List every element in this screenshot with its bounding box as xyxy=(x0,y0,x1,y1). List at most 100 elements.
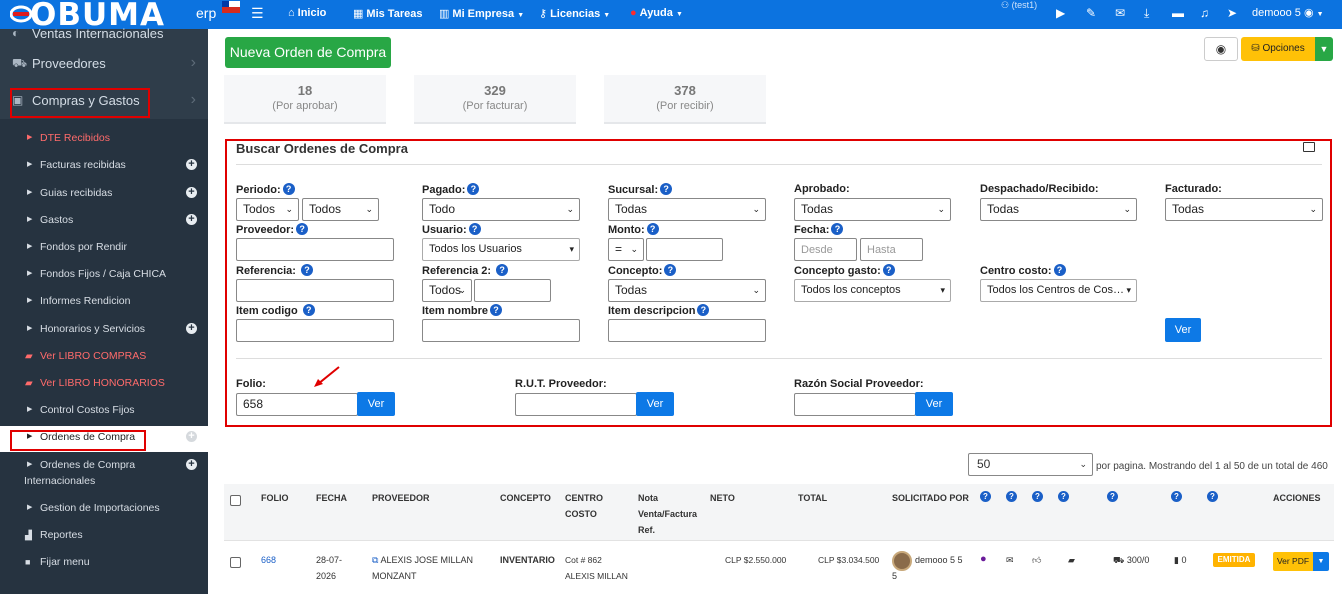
col-centro-costo[interactable]: CENTRO COSTO xyxy=(565,490,603,522)
help-icon[interactable]: ? xyxy=(1107,491,1118,502)
plus-icon[interactable]: + xyxy=(186,159,197,170)
help-icon[interactable]: ? xyxy=(467,183,480,195)
stat-por-facturar[interactable]: 329 (Por facturar) xyxy=(414,75,576,124)
monto-operator-select[interactable]: = ⌄ xyxy=(608,238,644,261)
chile-flag-icon[interactable] xyxy=(222,1,240,13)
periodo-select-2[interactable]: Todos ⌄ xyxy=(302,198,379,221)
row-checkbox[interactable] xyxy=(230,557,241,568)
nav-inicio[interactable]: ⌂ Inicio xyxy=(288,7,326,19)
rut-input[interactable] xyxy=(515,393,637,416)
plus-icon[interactable]: + xyxy=(186,459,197,470)
ver-pdf-button[interactable]: Ver PDF xyxy=(1273,552,1313,571)
sidebar-item-ventas-internacionales[interactable]: ◐ Ventas Internacionales xyxy=(0,17,208,51)
concepto-gasto-select[interactable]: Todos los conceptos ▾ xyxy=(794,279,951,302)
sidebar-item-facturas[interactable]: ▶ Facturas recibidas + xyxy=(0,154,208,180)
send-icon[interactable]: ➤ xyxy=(1227,6,1237,20)
row-proveedor[interactable]: ⧉ ALEXIS JOSE MILLAN MONZANT xyxy=(372,552,473,584)
sidebar-item-libro-compras[interactable]: ▰ Ver LIBRO COMPRAS xyxy=(0,345,208,371)
help-icon[interactable]: ? xyxy=(490,304,503,316)
fecha-hasta-input[interactable]: Hasta xyxy=(860,238,923,261)
proveedor-input[interactable] xyxy=(236,238,394,261)
help-icon[interactable]: ? xyxy=(300,264,313,276)
sidebar-item-ordenes-compra[interactable]: ▶ Ordenes de Compra + xyxy=(0,426,208,452)
plus-icon[interactable]: + xyxy=(186,187,197,198)
razon-social-input[interactable] xyxy=(794,393,916,416)
approved-check-icon[interactable]: ● xyxy=(980,551,987,567)
referencia2-input[interactable] xyxy=(474,279,551,302)
eye-button[interactable]: ◉ xyxy=(1204,37,1238,61)
help-icon[interactable]: ? xyxy=(282,183,295,195)
sidebar-item-compras-gastos[interactable]: ▣ Compras y Gastos › xyxy=(0,84,208,118)
nav-mi-empresa[interactable]: ▥ Mi Empresa ▼ xyxy=(439,7,524,20)
plus-icon[interactable]: + xyxy=(186,431,197,442)
item-descripcion-input[interactable] xyxy=(608,319,766,342)
plus-icon[interactable]: + xyxy=(186,214,197,225)
col-fecha[interactable]: FECHA xyxy=(316,490,347,506)
help-icon[interactable]: ? xyxy=(660,183,673,195)
new-purchase-order-button[interactable]: Nueva Orden de Compra xyxy=(225,37,391,68)
sidebar-item-dte-recibidos[interactable]: ▶ DTE Recibidos xyxy=(0,127,208,153)
sidebar-item-fondos-fijos[interactable]: ▶ Fondos Fijos / Caja CHICA xyxy=(0,263,208,289)
download-icon[interactable]: ⤓ xyxy=(1144,6,1149,21)
item-nombre-input[interactable] xyxy=(422,319,580,342)
per-page-select[interactable]: 50 ⌄ xyxy=(968,453,1093,476)
sidebar-item-libro-honorarios[interactable]: ▰ Ver LIBRO HONORARIOS xyxy=(0,372,208,398)
referencia-input[interactable] xyxy=(236,279,394,302)
folio-input[interactable]: 658 xyxy=(236,393,358,416)
sidebar-item-costos-fijos[interactable]: ▶ Control Costos Fijos xyxy=(0,399,208,425)
centro-costo-select[interactable]: Todos los Centros de Cos… ▾ xyxy=(980,279,1137,302)
referencia2-select[interactable]: Todos ⌄ xyxy=(422,279,472,302)
hamburger-menu-icon[interactable]: ☰ xyxy=(251,5,264,22)
help-icon[interactable]: ? xyxy=(1207,491,1218,502)
help-icon[interactable]: ? xyxy=(697,304,710,316)
mail-icon[interactable]: ✉ xyxy=(1006,552,1014,568)
item-codigo-input[interactable] xyxy=(236,319,394,342)
help-icon[interactable]: ? xyxy=(1171,491,1182,502)
aprobado-select[interactable]: Todas ⌄ xyxy=(794,198,951,221)
stat-por-recibir[interactable]: 378 (Por recibir) xyxy=(604,75,766,124)
despachado-select[interactable]: Todas ⌄ xyxy=(980,198,1137,221)
help-icon[interactable]: ? xyxy=(496,264,509,276)
row-actions-caret[interactable]: ▼ xyxy=(1313,552,1329,571)
help-icon[interactable]: ? xyxy=(302,304,315,316)
row-doc[interactable]: ▮ 0 xyxy=(1174,552,1186,568)
plus-icon[interactable]: + xyxy=(186,323,197,334)
fecha-desde-input[interactable]: Desde xyxy=(794,238,857,261)
col-concepto[interactable]: CONCEPTO xyxy=(500,490,551,506)
stat-por-aprobar[interactable]: 18 (Por aprobar) xyxy=(224,75,386,124)
company-indicator[interactable]: ⚇ (test1) xyxy=(1001,0,1037,11)
bell-icon[interactable]: ♫ xyxy=(1200,6,1209,20)
options-caret-button[interactable]: ▼ xyxy=(1315,37,1333,61)
sidebar-item-fondos-rendir[interactable]: ▶ Fondos por Rendir xyxy=(0,236,208,262)
mail-icon[interactable]: ✉ xyxy=(1115,6,1125,20)
ver-razon-button[interactable]: Ver xyxy=(915,392,953,416)
sidebar-item-fijar-menu[interactable]: ■ Fijar menu xyxy=(0,551,208,577)
help-icon[interactable]: ? xyxy=(831,223,844,235)
money-icon[interactable]: ▰ xyxy=(1068,552,1075,568)
sidebar-item-importaciones[interactable]: ▶ Gestion de Importaciones xyxy=(0,497,208,523)
sidebar-item-guias[interactable]: ▶ Guias recibidas + xyxy=(0,182,208,208)
nav-licencias[interactable]: ⚷ Licencias ▼ xyxy=(539,7,610,20)
ver-rut-button[interactable]: Ver xyxy=(636,392,674,416)
sucursal-select[interactable]: Todas ⌄ xyxy=(608,198,766,221)
monto-input[interactable] xyxy=(646,238,723,261)
pencil-icon[interactable]: ✎ xyxy=(1086,6,1096,20)
help-icon[interactable]: ? xyxy=(646,223,659,235)
help-icon[interactable]: ? xyxy=(468,223,481,235)
col-solicitado[interactable]: SOLICITADO POR xyxy=(892,490,969,506)
facturado-select[interactable]: Todas ⌄ xyxy=(1165,198,1323,221)
pagado-select[interactable]: Todo ⌄ xyxy=(422,198,580,221)
ver-search-button[interactable]: Ver xyxy=(1165,318,1201,342)
row-cart[interactable]: ⛟ 300/0 xyxy=(1113,552,1149,568)
concepto-select[interactable]: Todas ⌄ xyxy=(608,279,766,302)
help-icon[interactable]: ? xyxy=(664,264,677,276)
nav-mis-tareas[interactable]: ▦ Mis Tareas xyxy=(353,7,422,20)
sidebar-item-proveedores[interactable]: ⛟ Proveedores › xyxy=(0,47,208,81)
col-neto[interactable]: NETO xyxy=(710,490,735,506)
periodo-select-1[interactable]: Todos ⌄ xyxy=(236,198,299,221)
help-icon[interactable]: ? xyxy=(1058,491,1069,502)
row-folio-link[interactable]: 668 xyxy=(261,552,276,568)
nav-ayuda[interactable]: ● Ayuda ▼ xyxy=(630,7,683,19)
col-proveedor[interactable]: PROVEEDOR xyxy=(372,490,430,506)
help-icon[interactable]: ? xyxy=(1053,264,1066,276)
